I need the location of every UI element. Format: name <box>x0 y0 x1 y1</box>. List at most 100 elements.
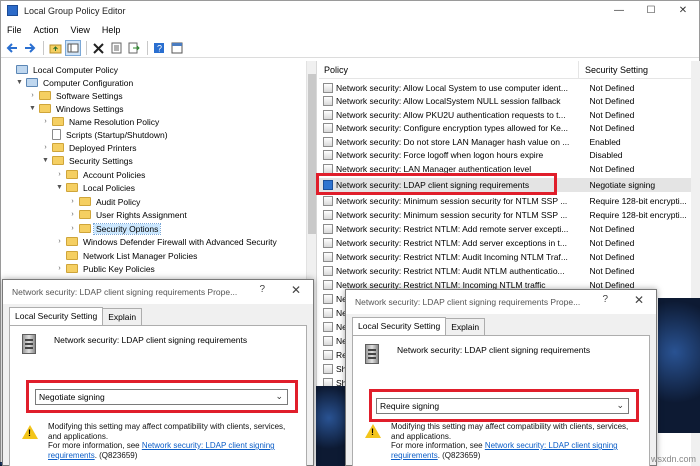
scripts-icon <box>52 129 61 140</box>
chevron-right-icon[interactable]: › <box>41 118 50 125</box>
policy-icon <box>323 223 333 234</box>
chevron-right-icon[interactable]: › <box>68 225 77 232</box>
dialog-title: Network security: LDAP client signing re… <box>355 297 581 307</box>
tab-local-security-setting[interactable]: Local Security Setting <box>352 317 447 336</box>
maximize-button[interactable]: ☐ <box>635 1 667 20</box>
chevron-right-icon[interactable]: › <box>68 211 77 218</box>
policy-icon <box>323 136 333 147</box>
show-hide-tree-icon[interactable] <box>65 40 81 56</box>
policy-icon <box>323 363 333 374</box>
tree-node-windows-defender-firewall[interactable]: › Windows Defender Firewall with Advanced… <box>55 235 279 248</box>
policy-icon <box>323 96 333 107</box>
minimize-button[interactable]: — <box>603 1 635 20</box>
dialog-help-button[interactable]: ? <box>602 294 608 305</box>
menu-file[interactable]: File <box>1 25 28 35</box>
dialog-title-bar: Network security: LDAP client signing re… <box>3 280 313 304</box>
table-row[interactable]: Network security: Allow PKU2U authentica… <box>319 108 691 122</box>
window-title: Local Group Policy Editor <box>24 5 126 16</box>
folder-icon <box>66 264 78 273</box>
menu-help[interactable]: Help <box>96 25 127 35</box>
policy-icon <box>323 237 333 248</box>
dialog-policy-name: Network security: LDAP client signing re… <box>397 345 591 355</box>
table-row[interactable]: Network security: Restrict NTLM: Add ser… <box>319 236 691 250</box>
folder-icon <box>79 197 91 206</box>
dialog-close-button[interactable]: ✕ <box>291 283 301 297</box>
policy-icon <box>323 195 333 206</box>
firewall-folder-icon <box>66 237 78 246</box>
toolbar-separator <box>86 41 87 55</box>
tree-node-scripts[interactable]: Scripts (Startup/Shutdown) <box>41 128 170 141</box>
forward-icon[interactable] <box>22 40 38 56</box>
tab-local-security-setting[interactable]: Local Security Setting <box>9 307 104 326</box>
server-icon <box>365 344 379 364</box>
tree-node-security-options[interactable]: › Security Options <box>68 222 162 235</box>
table-row[interactable]: Network security: Minimum session securi… <box>319 208 691 222</box>
table-row[interactable]: Network security: Restrict NTLM: Audit N… <box>319 264 691 278</box>
chevron-down-icon[interactable]: ▼ <box>15 79 24 86</box>
table-row[interactable]: Network security: Restrict NTLM: Add rem… <box>319 222 691 236</box>
chevron-right-icon[interactable]: › <box>55 171 64 178</box>
tree-node-software-settings[interactable]: › Software Settings <box>28 89 125 102</box>
policy-icon <box>323 349 333 360</box>
tree-node-account-policies[interactable]: › Account Policies <box>55 168 147 181</box>
desktop-background <box>316 386 348 466</box>
chevron-right-icon[interactable]: › <box>68 198 77 205</box>
help-icon[interactable]: ? <box>151 40 167 56</box>
table-row[interactable]: Network security: Configure encryption t… <box>319 122 691 136</box>
warning-text: Modifying this setting may affect compat… <box>391 422 629 460</box>
menu-view[interactable]: View <box>65 25 96 35</box>
tree-node-audit-policy[interactable]: › Audit Policy <box>68 195 142 208</box>
tree-node-deployed-printers[interactable]: › Deployed Printers <box>41 141 139 154</box>
gpedit-app-icon <box>7 5 18 16</box>
table-row[interactable]: Network security: Force logoff when logo… <box>319 149 691 163</box>
table-row[interactable]: Network security: Do not store LAN Manag… <box>319 135 691 149</box>
console-icon[interactable] <box>169 40 185 56</box>
policy-icon <box>323 150 333 161</box>
desktop-background <box>658 298 700 433</box>
table-row[interactable]: Network security: Allow LocalSystem NULL… <box>319 95 691 109</box>
tree-node-user-rights-assignment[interactable]: › User Rights Assignment <box>68 208 189 221</box>
table-row[interactable]: Network security: Restrict NTLM: Audit I… <box>319 250 691 264</box>
tree-node-computer-configuration[interactable]: ▼ Computer Configuration <box>15 76 135 89</box>
policy-icon <box>323 335 333 346</box>
table-row[interactable]: Network security: Minimum session securi… <box>319 194 691 208</box>
folder-icon <box>66 183 78 192</box>
chevron-right-icon[interactable]: › <box>55 238 64 245</box>
close-button[interactable]: ✕ <box>667 1 699 20</box>
tree-node-windows-settings[interactable]: ▼ Windows Settings <box>28 102 126 115</box>
chevron-right-icon[interactable]: › <box>41 144 50 151</box>
chevron-down-icon[interactable]: ▼ <box>55 184 64 191</box>
policy-icon <box>323 109 333 120</box>
policy-icon <box>323 82 333 93</box>
computer-policy-icon <box>16 65 28 74</box>
tree-node-network-list-manager[interactable]: Network List Manager Policies <box>55 249 199 262</box>
up-folder-icon[interactable] <box>47 40 63 56</box>
folder-icon <box>39 91 51 100</box>
tree-node-public-key-policies[interactable]: › Public Key Policies <box>55 262 157 275</box>
tree-node-security-settings[interactable]: ▼ Security Settings <box>41 154 135 167</box>
export-icon[interactable] <box>126 40 142 56</box>
properties-dialog-negotiate: Network security: LDAP client signing re… <box>2 279 314 466</box>
policy-icon <box>323 209 333 220</box>
chevron-right-icon[interactable]: › <box>28 92 37 99</box>
toolbar-separator <box>43 41 44 55</box>
column-header-security-setting[interactable]: Security Setting <box>579 65 648 75</box>
menu-bar: File Action View Help <box>1 22 126 38</box>
back-icon[interactable] <box>4 40 20 56</box>
list-header: Policy Security Setting <box>319 61 691 79</box>
chevron-down-icon[interactable]: ▼ <box>28 105 37 112</box>
tree-node-local-computer-policy[interactable]: Local Computer Policy <box>5 63 120 76</box>
dialog-close-button[interactable]: ✕ <box>634 293 644 307</box>
chevron-down-icon[interactable]: ▼ <box>41 157 50 164</box>
folder-icon <box>66 251 78 260</box>
chevron-right-icon[interactable]: › <box>55 265 64 272</box>
dialog-help-button[interactable]: ? <box>259 284 265 295</box>
delete-icon[interactable] <box>90 40 106 56</box>
column-header-policy[interactable]: Policy <box>319 61 579 79</box>
table-row[interactable]: Network security: Allow Local System to … <box>319 81 691 95</box>
menu-action[interactable]: Action <box>28 25 65 35</box>
properties-icon[interactable] <box>108 40 124 56</box>
tree-node-local-policies[interactable]: ▼ Local Policies <box>55 181 137 194</box>
tree-scrollbar-thumb[interactable] <box>308 74 316 234</box>
tree-node-name-resolution-policy[interactable]: › Name Resolution Policy <box>41 115 161 128</box>
